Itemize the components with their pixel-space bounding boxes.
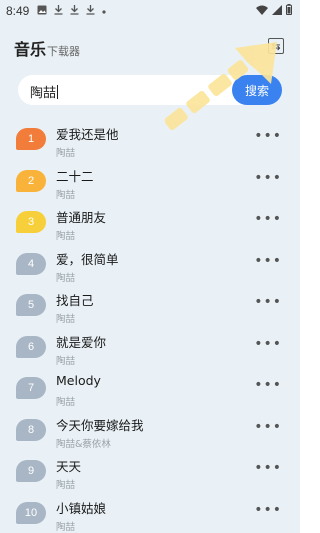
- song-title: Melody: [56, 373, 101, 388]
- more-options-icon[interactable]: •••: [254, 461, 282, 475]
- download-icon: [54, 4, 63, 18]
- search-input[interactable]: 陶喆: [30, 82, 59, 101]
- more-options-icon[interactable]: •••: [254, 212, 282, 226]
- song-title: 天天: [56, 459, 82, 474]
- song-title: 小镇姑娘: [56, 500, 107, 516]
- status-right-icons: [256, 4, 292, 18]
- search-bar: 陶喆 搜索: [18, 75, 282, 105]
- more-options-icon[interactable]: •••: [254, 420, 282, 434]
- search-button[interactable]: 搜索: [232, 75, 282, 105]
- dot-icon: [102, 6, 106, 17]
- image-icon: [37, 5, 47, 18]
- song-row[interactable]: 5 找自己陶喆 •••: [0, 284, 300, 326]
- rank-badge: 4: [16, 252, 46, 275]
- rank-badge: 1: [16, 128, 46, 150]
- song-artist: 陶喆: [56, 231, 76, 242]
- song-artist: 陶喆: [56, 521, 76, 533]
- song-artist: 陶喆: [56, 480, 76, 491]
- status-time: 8:49: [6, 4, 30, 18]
- song-artist: 陶喆&蔡依林: [56, 438, 111, 450]
- song-artist: 陶喆: [56, 397, 76, 408]
- song-title: 就是爱你: [56, 334, 107, 350]
- more-options-icon[interactable]: •••: [254, 337, 282, 351]
- song-artist: 陶喆: [56, 314, 76, 325]
- battery-icon: [286, 4, 292, 18]
- song-row[interactable]: 1 爱我还是他陶喆 •••: [0, 118, 300, 160]
- rank-badge: 9: [16, 460, 46, 482]
- switch-glyph: ⇆: [271, 39, 281, 53]
- song-row[interactable]: 3 普通朋友陶喆 •••: [0, 201, 300, 243]
- song-title: 今天你要嫁给我: [56, 417, 144, 433]
- rank-badge: 3: [16, 211, 46, 233]
- song-row[interactable]: 10 小镇姑娘陶喆 •••: [0, 492, 300, 533]
- app-title: 音乐: [14, 40, 47, 59]
- download-icon: [70, 4, 79, 18]
- rank-badge: 5: [16, 294, 46, 316]
- song-row[interactable]: 9 天天陶喆 •••: [0, 450, 300, 492]
- song-title: 找自己: [56, 293, 94, 308]
- more-options-icon[interactable]: •••: [254, 129, 282, 143]
- status-bar: 8:49: [0, 0, 300, 22]
- song-row[interactable]: 7 Melody 陶喆 •••: [0, 367, 300, 409]
- song-artist: 陶喆: [56, 355, 76, 367]
- search-input-value: 陶喆: [30, 86, 57, 101]
- more-options-icon[interactable]: •••: [254, 254, 282, 268]
- app-screen: 8:49 音乐 下载器 ⇆ 陶喆 搜索 1 爱我还是他 陶喆 ••• 2 二十二…: [0, 0, 300, 533]
- song-title: 普通朋友: [56, 210, 107, 225]
- wifi-icon: [256, 5, 268, 18]
- song-row[interactable]: 4 爱，很简单陶喆 •••: [0, 243, 300, 285]
- signal-icon: [272, 4, 282, 18]
- song-artist: 陶喆: [56, 189, 76, 201]
- app-header: 音乐 下载器: [14, 36, 286, 60]
- more-options-icon[interactable]: •••: [254, 378, 282, 392]
- app-subtitle: 下载器: [47, 45, 81, 58]
- rank-badge: 6: [16, 335, 46, 358]
- song-row[interactable]: 2 二十二陶喆 •••: [0, 160, 300, 202]
- more-options-icon[interactable]: •••: [254, 295, 282, 309]
- song-title: 爱，很简单: [56, 251, 119, 267]
- switch-icon[interactable]: ⇆: [268, 38, 284, 54]
- song-list: 1 爱我还是他 陶喆 ••• 2 二十二 陶喆 ••• 3 普通朋友 陶喆 ••• 4 爱，很简单 陶喆 ••…: [0, 118, 300, 533]
- search-button-label: 搜索: [244, 83, 269, 98]
- rank-badge: 10: [16, 501, 46, 524]
- song-artist: 陶喆: [56, 148, 76, 159]
- download-icon: [86, 4, 95, 18]
- song-row[interactable]: 6 就是爱你陶喆 •••: [0, 326, 300, 368]
- song-row[interactable]: 8 今天你要嫁给我陶喆&蔡依林 •••: [0, 409, 300, 451]
- text-caret: [57, 85, 59, 99]
- song-title: 爱我还是他: [56, 127, 119, 142]
- rank-badge: 7: [16, 377, 46, 399]
- song-artist: 陶喆: [56, 272, 76, 284]
- more-options-icon[interactable]: •••: [254, 503, 282, 517]
- rank-badge: 2: [16, 169, 46, 192]
- more-options-icon[interactable]: •••: [254, 171, 282, 185]
- rank-badge: 8: [16, 418, 46, 441]
- song-title: 二十二: [56, 168, 94, 184]
